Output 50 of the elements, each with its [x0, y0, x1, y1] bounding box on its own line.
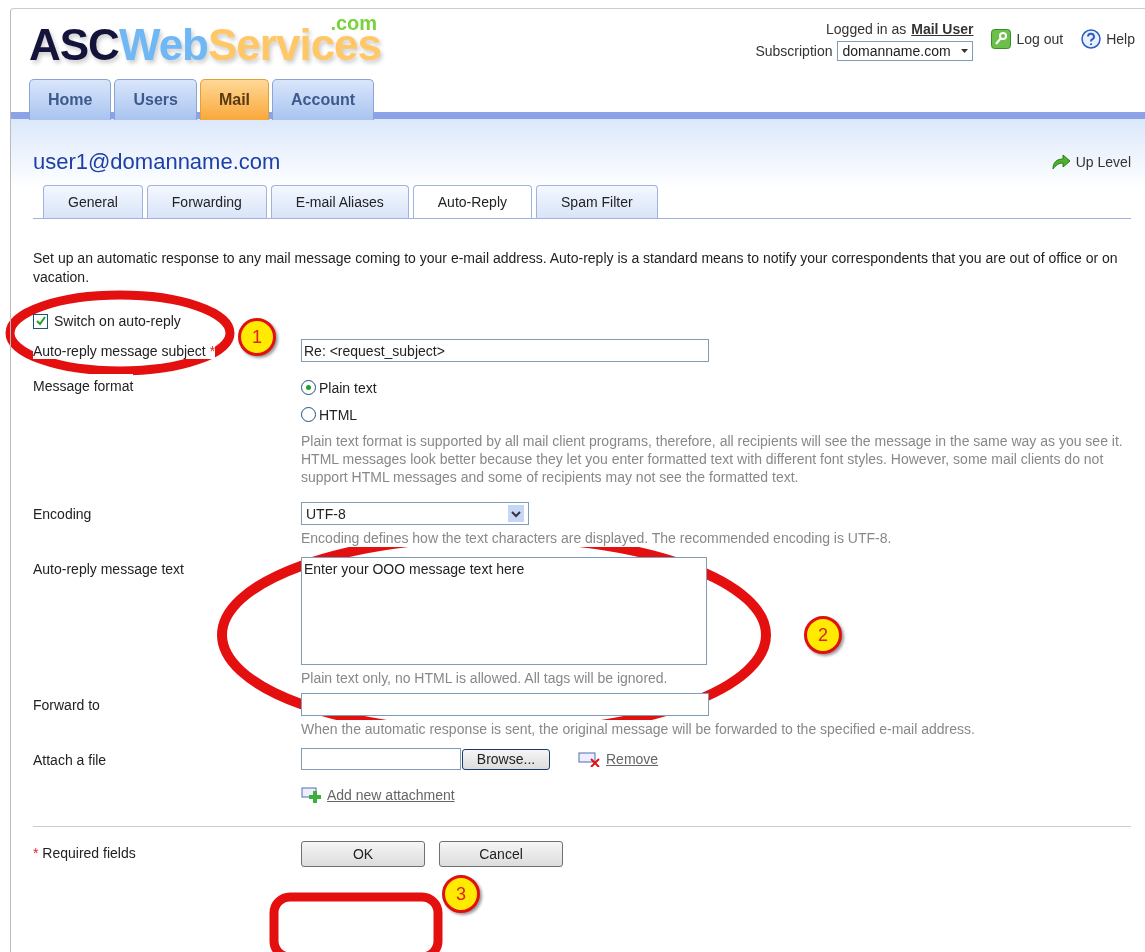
remove-link[interactable]: Remove: [578, 751, 659, 767]
help-link[interactable]: Help: [1081, 29, 1135, 49]
hint-text: Encoding defines how the text characters are displayed. The recommended encoding is UTF-8.: [301, 529, 892, 547]
radio-option[interactable]: HTML: [301, 401, 1131, 428]
caret-icon: [961, 49, 969, 53]
up-level-link[interactable]: Up Level: [1050, 153, 1131, 171]
logged-in-label: Logged in as: [826, 21, 907, 37]
radio-button[interactable]: [301, 380, 316, 395]
ok-button[interactable]: OK: [301, 841, 425, 867]
required-mark: *: [209, 343, 216, 359]
sub-tab[interactable]: Forwarding: [146, 185, 267, 218]
sub-tab[interactable]: General: [43, 185, 143, 218]
sub-tab[interactable]: E-mail Aliases: [270, 185, 409, 218]
main-tab[interactable]: Mail: [199, 79, 270, 120]
hint-text: When the automatic response is sent, the original message will be forwarded to the specified e-mail address.: [301, 720, 975, 738]
checkbox[interactable]: [33, 313, 48, 329]
text-field[interactable]: [301, 693, 709, 716]
main-tab[interactable]: Account: [272, 79, 375, 120]
step-number: 1: [238, 318, 276, 356]
sub-tab[interactable]: Spam Filter: [536, 185, 658, 218]
text-field[interactable]: Re: <request_subject>: [301, 339, 709, 362]
page-title: user1@domanname.com: [33, 149, 281, 175]
encoding-select[interactable]: UTF-8: [301, 502, 529, 525]
add-icon: [301, 786, 323, 804]
hint-text: Plain text only, no HTML is allowed. All tags will be ignored.: [301, 669, 668, 687]
browse-button[interactable]: Browse...: [462, 748, 550, 770]
radio-button[interactable]: [301, 407, 316, 422]
intro-text: Set up an automatic response to any mail message coming to your e-mail address. Auto-reply is a standard means to notify your correspondents that you are out of office or on vacation.: [33, 249, 1119, 287]
key-icon: [991, 29, 1012, 49]
radio-label: Plain text: [319, 379, 377, 396]
cancel-button[interactable]: Cancel: [439, 841, 563, 867]
auto-reply-checkbox[interactable]: Switch on auto-reply: [33, 313, 181, 329]
up-arrow-icon: [1050, 153, 1071, 171]
subscription-label: Subscription: [755, 43, 833, 59]
file-field[interactable]: [301, 748, 461, 770]
step-number: 2: [804, 616, 842, 654]
help-icon: [1081, 29, 1102, 49]
radio-label: HTML: [319, 406, 358, 423]
sub-tab[interactable]: Auto-Reply: [412, 185, 533, 218]
radio-option[interactable]: Plain text: [301, 374, 1131, 401]
message-textarea[interactable]: Enter your OOO message text here: [301, 557, 707, 665]
step-number: 3: [442, 875, 480, 913]
subscription-select[interactable]: domanname.com: [837, 41, 974, 61]
user-link[interactable]: Mail User: [911, 21, 974, 37]
main-tab[interactable]: Home: [29, 79, 112, 120]
logout-link[interactable]: Log out: [991, 29, 1064, 49]
add-attachment-link[interactable]: Add new attachment: [301, 786, 1131, 804]
remove-icon: [578, 751, 602, 767]
main-tab[interactable]: Users: [114, 79, 197, 120]
field-label: Message format: [33, 374, 134, 394]
